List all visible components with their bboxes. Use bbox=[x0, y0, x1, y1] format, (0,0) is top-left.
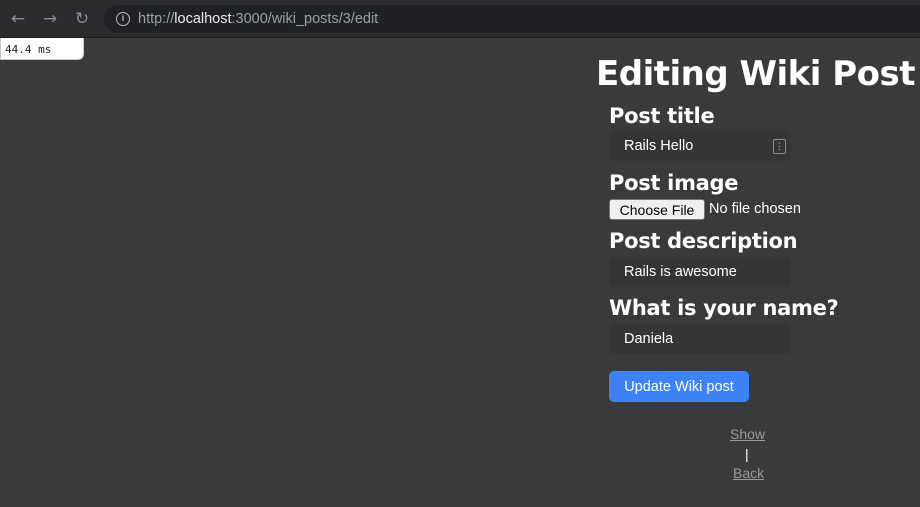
update-wiki-post-button[interactable]: Update Wiki post bbox=[609, 371, 749, 402]
url-text[interactable]: http://localhost:3000/wiki_posts/3/edit bbox=[138, 11, 378, 27]
post-description-input[interactable] bbox=[609, 257, 791, 287]
request-timing-badge: 44.4 ms bbox=[0, 38, 84, 60]
back-arrow-icon[interactable]: ← bbox=[8, 9, 28, 29]
file-status-text: No file chosen bbox=[709, 201, 801, 217]
info-icon[interactable]: i bbox=[116, 12, 130, 26]
reload-icon[interactable]: ↻ bbox=[72, 9, 92, 29]
show-link[interactable]: Show bbox=[730, 426, 765, 442]
author-name-input[interactable] bbox=[609, 324, 791, 354]
post-image-label: Post image bbox=[609, 171, 739, 195]
forward-arrow-icon[interactable]: → bbox=[40, 9, 60, 29]
browser-toolbar: ← → ↻ i http://localhost:3000/wiki_posts… bbox=[0, 0, 920, 38]
url-scheme: http:// bbox=[138, 11, 175, 27]
url-path: :3000/wiki_posts/3/edit bbox=[231, 11, 379, 27]
post-title-label: Post title bbox=[609, 104, 715, 128]
address-bar[interactable]: i http://localhost:3000/wiki_posts/3/edi… bbox=[104, 5, 920, 33]
url-host: localhost bbox=[174, 11, 232, 27]
author-name-label: What is your name? bbox=[609, 296, 839, 320]
autofill-key-icon[interactable]: ⋮ bbox=[773, 139, 786, 154]
post-description-label: Post description bbox=[609, 229, 798, 253]
choose-file-button[interactable]: Choose File bbox=[609, 199, 705, 220]
back-link[interactable]: Back bbox=[733, 465, 764, 481]
link-separator: | bbox=[745, 446, 749, 462]
page-title: Editing Wiki Post bbox=[596, 54, 916, 94]
post-title-input[interactable] bbox=[609, 131, 791, 161]
